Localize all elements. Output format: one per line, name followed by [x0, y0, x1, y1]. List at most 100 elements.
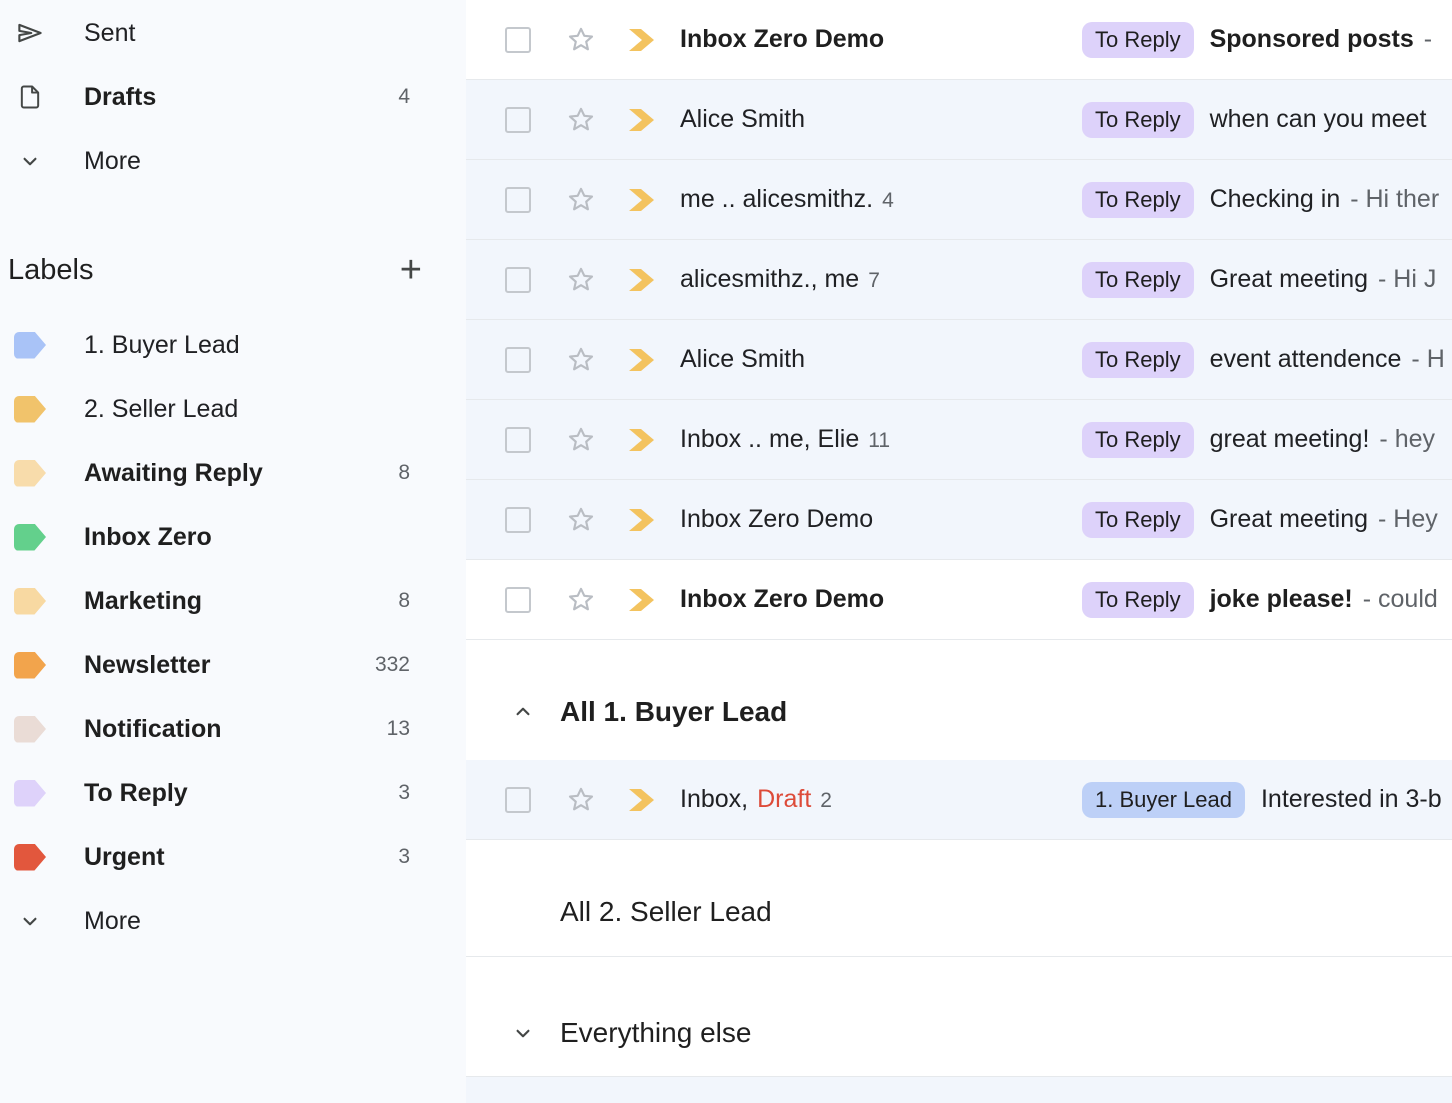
- label-name: Urgent: [84, 843, 165, 872]
- label-count: 13: [387, 717, 410, 741]
- sidebar-label-buyer-lead[interactable]: 1. Buyer Lead: [0, 313, 466, 377]
- importance-marker-icon[interactable]: [627, 267, 659, 293]
- send-icon: [14, 17, 46, 49]
- importance-marker-icon[interactable]: [627, 187, 659, 213]
- star-icon[interactable]: [565, 424, 597, 456]
- star-icon[interactable]: [565, 584, 597, 616]
- section-title: All 1. Buyer Lead: [560, 696, 787, 728]
- label-chip[interactable]: 1. Buyer Lead: [1082, 782, 1245, 818]
- label-name: Awaiting Reply: [84, 459, 263, 488]
- importance-marker-icon[interactable]: [627, 107, 659, 133]
- star-icon[interactable]: [565, 184, 597, 216]
- label-count: 3: [398, 781, 410, 805]
- draft-icon: [14, 81, 46, 113]
- section-header-buyer-lead[interactable]: All 1. Buyer Lead: [466, 640, 1452, 760]
- label-tag-icon: [14, 841, 46, 873]
- sidebar-item-label: More: [84, 147, 141, 176]
- sidebar-item-count: 4: [398, 85, 410, 109]
- sidebar-label-awaiting-reply[interactable]: Awaiting Reply 8: [0, 441, 466, 505]
- importance-marker-icon[interactable]: [627, 27, 659, 53]
- thread-count: 7: [868, 269, 880, 293]
- label-name: Notification: [84, 715, 222, 744]
- label-name: To Reply: [84, 779, 188, 808]
- email-row[interactable]: Alice Smith To Reply event attendence - …: [466, 320, 1452, 400]
- label-chip[interactable]: To Reply: [1082, 342, 1194, 378]
- label-chip[interactable]: To Reply: [1082, 22, 1194, 58]
- email-row[interactable]: Inbox Zero Demo To Reply Sponsored posts…: [466, 0, 1452, 80]
- star-icon[interactable]: [565, 104, 597, 136]
- star-icon[interactable]: [565, 344, 597, 376]
- sidebar-label-seller-lead[interactable]: 2. Seller Lead: [0, 377, 466, 441]
- importance-marker-icon[interactable]: [627, 507, 659, 533]
- sidebar-item-more[interactable]: More: [0, 129, 466, 193]
- sidebar-label-newsletter[interactable]: Newsletter 332: [0, 633, 466, 697]
- sidebar-label-marketing[interactable]: Marketing 8: [0, 569, 466, 633]
- subject: event attendence: [1210, 345, 1402, 374]
- email-row[interactable]: Alice Smith To Reply when can you meet: [466, 80, 1452, 160]
- email-row[interactable]: alicesmithz., me7 To Reply Great meeting…: [466, 240, 1452, 320]
- email-row[interactable]: Inbox .. me, Elie11 To Reply great meeti…: [466, 400, 1452, 480]
- star-icon[interactable]: [565, 24, 597, 56]
- select-checkbox[interactable]: [505, 187, 531, 213]
- snippet: - Hey: [1378, 505, 1438, 534]
- sender-name: Alice Smith: [680, 105, 805, 134]
- labels-title: Labels: [8, 254, 93, 287]
- sidebar-labels-more[interactable]: More: [0, 889, 466, 953]
- sidebar-item-sent[interactable]: Sent: [0, 1, 466, 65]
- label-tag-icon: [14, 521, 46, 553]
- label-name: Newsletter: [84, 651, 210, 680]
- label-chip[interactable]: To Reply: [1082, 582, 1194, 618]
- label-count: 3: [398, 845, 410, 869]
- star-icon[interactable]: [565, 784, 597, 816]
- sidebar-item-drafts[interactable]: Drafts 4: [0, 65, 466, 129]
- select-checkbox[interactable]: [505, 787, 531, 813]
- subject-area: To Reply Checking in - Hi ther: [1082, 182, 1452, 218]
- email-row[interactable]: Inbox Zero Demo To Reply Great meeting -…: [466, 480, 1452, 560]
- label-count: 8: [398, 461, 410, 485]
- select-checkbox[interactable]: [505, 107, 531, 133]
- star-icon[interactable]: [565, 264, 597, 296]
- sidebar-label-inbox-zero[interactable]: Inbox Zero: [0, 505, 466, 569]
- select-checkbox[interactable]: [505, 267, 531, 293]
- label-chip[interactable]: To Reply: [1082, 102, 1194, 138]
- email-row[interactable]: me .. alicesmithz.4 To Reply Checking in…: [466, 160, 1452, 240]
- label-chip[interactable]: To Reply: [1082, 262, 1194, 298]
- subject: when can you meet: [1210, 105, 1427, 134]
- label-count: 332: [375, 653, 410, 677]
- chevron-up-icon: [510, 699, 536, 725]
- sender: Alice Smith: [680, 105, 1082, 134]
- label-chip[interactable]: To Reply: [1082, 182, 1194, 218]
- select-checkbox[interactable]: [505, 27, 531, 53]
- select-checkbox[interactable]: [505, 427, 531, 453]
- draft-label: Draft: [757, 785, 811, 814]
- select-checkbox[interactable]: [505, 507, 531, 533]
- sender-name: Inbox .. me, Elie: [680, 425, 859, 454]
- label-name: 2. Seller Lead: [84, 395, 238, 424]
- label-chip[interactable]: To Reply: [1082, 422, 1194, 458]
- sidebar-label-notification[interactable]: Notification 13: [0, 697, 466, 761]
- select-checkbox[interactable]: [505, 347, 531, 373]
- sidebar-label-to-reply[interactable]: To Reply 3: [0, 761, 466, 825]
- email-row[interactable]: Inbox,Draft2 1. Buyer Lead Interested in…: [466, 760, 1452, 840]
- section-header-seller-lead[interactable]: All 2. Seller Lead: [466, 840, 1452, 957]
- sender: Inbox,Draft2: [680, 785, 1082, 814]
- section-header-everything-else[interactable]: Everything else: [466, 957, 1452, 1077]
- importance-marker-icon[interactable]: [627, 587, 659, 613]
- sender: Alice Smith: [680, 345, 1082, 374]
- sender-name: Alice Smith: [680, 345, 805, 374]
- label-chip[interactable]: To Reply: [1082, 502, 1194, 538]
- importance-marker-icon[interactable]: [627, 347, 659, 373]
- email-row[interactable]: Inbox Zero Demo To Reply joke please! - …: [466, 560, 1452, 640]
- thread-count: 4: [882, 189, 894, 213]
- chevron-down-icon: [14, 905, 46, 937]
- star-icon[interactable]: [565, 504, 597, 536]
- importance-marker-icon[interactable]: [627, 787, 659, 813]
- subject-area: 1. Buyer Lead Interested in 3-b: [1082, 782, 1452, 818]
- sender-name: alicesmithz., me: [680, 265, 859, 294]
- add-label-button[interactable]: +: [400, 255, 422, 285]
- importance-marker-icon[interactable]: [627, 427, 659, 453]
- section-title: Everything else: [560, 1017, 751, 1049]
- sender: Inbox Zero Demo: [680, 505, 1082, 534]
- select-checkbox[interactable]: [505, 587, 531, 613]
- sidebar-label-urgent[interactable]: Urgent 3: [0, 825, 466, 889]
